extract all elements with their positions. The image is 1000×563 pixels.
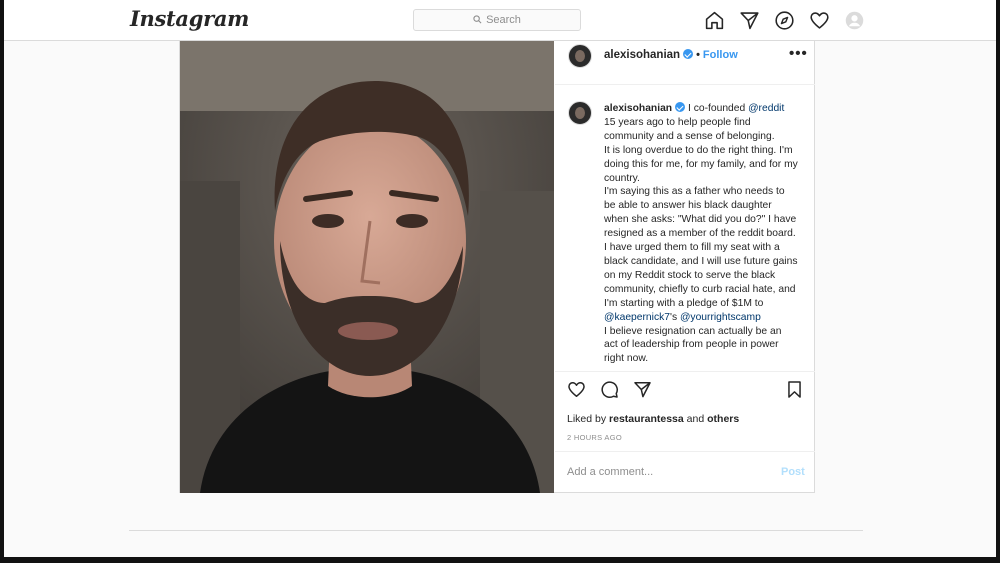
- explore-icon[interactable]: [774, 10, 795, 31]
- post-header-info: alexisohanian • Follow: [604, 49, 738, 61]
- screen-bottom-border: [0, 557, 1000, 563]
- action-icon-group: [567, 380, 652, 399]
- comment-input[interactable]: Add a comment...: [567, 466, 653, 478]
- nav-icon-group: [704, 10, 865, 31]
- top-nav: Instagram Search: [4, 0, 996, 41]
- home-icon[interactable]: [704, 10, 725, 31]
- mention-kaepernick7[interactable]: @kaepernick7: [604, 312, 670, 323]
- caption-paragraph-4: I believe resignation can actually be an…: [604, 325, 782, 365]
- direct-icon[interactable]: [739, 10, 760, 31]
- mention-reddit[interactable]: @reddit: [748, 103, 784, 114]
- save-bookmark-icon[interactable]: [785, 380, 804, 399]
- caption-text: alexisohanian I co-founded @reddit 15 ye…: [604, 102, 798, 366]
- likes-others-link[interactable]: others: [707, 413, 739, 425]
- post-card: alexisohanian • Follow ••• alexisohanian I…: [179, 41, 815, 493]
- post-header: alexisohanian • Follow •••: [555, 41, 815, 85]
- comment-bubble-icon[interactable]: [600, 380, 619, 399]
- post-video-frame[interactable]: [180, 41, 554, 493]
- caption-author-avatar[interactable]: [568, 101, 592, 125]
- likes-user-link[interactable]: restaurantessa: [609, 413, 684, 425]
- search-input[interactable]: Search: [413, 9, 581, 31]
- search-placeholder: Search: [486, 14, 521, 26]
- instagram-page: Instagram Search alexisohanian • Follow …: [0, 0, 1000, 563]
- post-actions: Liked by restaurantessa and others 2 HOU…: [555, 371, 815, 451]
- author-username[interactable]: alexisohanian: [604, 49, 680, 61]
- likes-summary: Liked by restaurantessa and others: [567, 413, 739, 425]
- caption-p3-text: I'm saying this as a father who needs to…: [604, 186, 798, 309]
- caption-line1-pre: I co-founded: [687, 103, 746, 114]
- verified-badge-icon: [683, 49, 694, 59]
- like-heart-icon[interactable]: [567, 380, 586, 399]
- likes-prefix: Liked by: [567, 413, 607, 425]
- post-timestamp[interactable]: 2 HOURS AGO: [567, 433, 622, 442]
- instagram-logo[interactable]: Instagram: [130, 6, 249, 31]
- caption-username[interactable]: alexisohanian: [604, 103, 672, 114]
- add-comment-section: Add a comment... Post: [555, 451, 815, 493]
- likes-and: and: [686, 413, 705, 425]
- caption-verified-badge-icon: [675, 102, 686, 112]
- feed-divider: [129, 530, 863, 531]
- activity-heart-icon[interactable]: [809, 10, 830, 31]
- author-avatar[interactable]: [568, 44, 592, 68]
- share-direct-icon[interactable]: [633, 380, 652, 399]
- caption-line1-post: 15 years ago to help people find communi…: [604, 116, 775, 142]
- follow-button[interactable]: Follow: [703, 49, 738, 61]
- separator-dot: •: [696, 49, 700, 61]
- profile-avatar-icon[interactable]: [844, 10, 865, 31]
- post-caption: alexisohanian I co-founded @reddit 15 ye…: [555, 86, 815, 371]
- man-portrait-image: [180, 41, 554, 493]
- caption-paragraph-3: I'm saying this as a father who needs to…: [604, 185, 798, 324]
- caption-paragraph-1: alexisohanian I co-founded @reddit 15 ye…: [604, 102, 798, 144]
- search-icon: [473, 11, 482, 29]
- caption-p3-possessive: 's: [669, 311, 678, 323]
- post-comment-button[interactable]: Post: [781, 466, 805, 478]
- caption-paragraph-2: It is long overdue to do the right thing…: [604, 144, 798, 184]
- mention-yourrightscamp[interactable]: @yourrightscamp: [680, 312, 761, 323]
- post-sidebar: alexisohanian • Follow ••• alexisohanian I…: [555, 41, 815, 493]
- more-options-icon[interactable]: •••: [789, 45, 808, 62]
